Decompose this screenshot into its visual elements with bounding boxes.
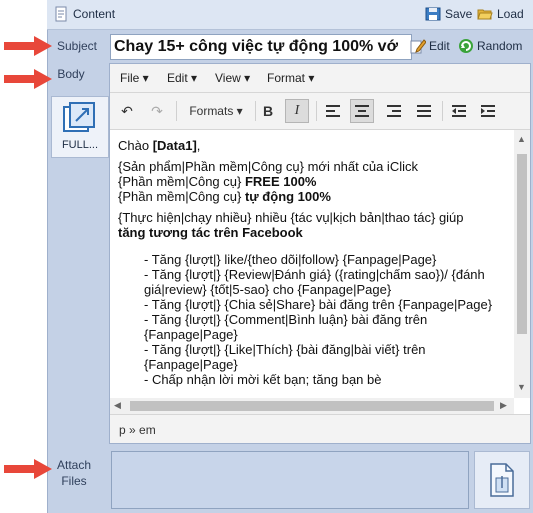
attach-label: Attach Files [56,458,92,488]
arrow-icon [4,459,52,479]
redo-icon: ↷ [151,102,163,119]
editor-toolbar: ↶ ↷ Formats ▾ B I [110,93,530,130]
body-label: Body [57,67,85,81]
indent-icon [481,105,495,117]
list-item: - Tăng {lượt|} like/{theo dõi|follow} {F… [144,252,437,267]
greeting-line: Chào [Data1], [118,138,201,153]
content-line: tăng tương tác trên Facebook [118,225,303,240]
fullscreen-button[interactable]: FULL... [51,96,109,158]
content-line: {Thực hiện|chạy nhiều} nhiều {tác vụ|kịc… [118,210,464,225]
align-right-button[interactable] [382,99,406,123]
edit-button[interactable]: Edit [410,38,450,54]
justify-icon [417,105,431,117]
menu-file[interactable]: File ▾ [120,71,149,85]
indent-button[interactable] [476,99,500,123]
attach-button[interactable] [474,451,530,509]
align-center-button[interactable] [350,99,374,123]
menu-bar: File ▾ Edit ▾ View ▾ Format ▾ [110,64,530,93]
redo-button[interactable]: ↷ [145,99,169,123]
arrow-icon [4,36,52,56]
undo-button[interactable]: ↶ [115,99,139,123]
load-button[interactable]: Load [477,6,524,22]
undo-icon: ↶ [121,102,133,119]
save-button[interactable]: Save [425,6,472,22]
bold-button[interactable]: B [256,99,280,123]
menu-format[interactable]: Format ▾ [267,71,314,85]
outdent-button[interactable] [447,99,471,123]
random-button[interactable]: Random [458,38,522,54]
bold-icon: B [262,103,274,119]
attach-files-area[interactable] [111,451,469,509]
editor-content[interactable]: Chào [Data1], {Sản phẩm|Phần mềm|Công cụ… [110,130,514,398]
scroll-up-icon[interactable]: ▲ [517,134,526,144]
subject-input[interactable]: Chay 15+ công việc tự động 100% vớ [110,34,412,60]
italic-button[interactable]: I [285,99,309,123]
folder-open-icon [477,9,493,20]
fullscreen-icon [63,102,95,132]
top-bar: Content Save Load [47,0,533,30]
justify-button[interactable] [412,99,436,123]
fullscreen-label: FULL... [61,139,99,151]
scrollbar-thumb[interactable] [517,154,527,334]
list-item: - Tăng {lượt|} {Chia sẻ|Share} bài đăng … [144,297,493,312]
arrow-icon [4,69,52,89]
content-line: {Sản phẩm|Phần mềm|Công cụ} mới nhất của… [118,159,418,174]
toolbar-divider [176,101,177,121]
element-path: p » em [119,423,156,437]
document-icon [55,6,67,22]
scrollbar-thumb[interactable] [130,401,494,411]
rich-text-editor: File ▾ Edit ▾ View ▾ Format ▾ ↶ ↷ Format… [109,63,531,444]
content-title: Content [53,6,115,22]
italic-icon: I [294,103,300,118]
save-icon [425,7,441,21]
content-line: {Phần mềm|Công cụ} FREE 100% [118,174,317,189]
align-right-icon [387,105,401,117]
menu-view[interactable]: View ▾ [215,71,250,85]
align-left-icon [326,105,340,117]
align-center-icon [355,105,369,117]
scroll-left-icon[interactable]: ◀ [114,400,121,411]
scroll-down-icon[interactable]: ▼ [517,382,526,392]
subject-label: Subject [56,39,98,53]
scroll-right-icon[interactable]: ▶ [500,400,507,411]
list-item: - Tăng {lượt|} {Like|Thích} {bài đăng|bà… [144,342,426,372]
outdent-icon [452,105,466,117]
toolbar-divider [442,101,443,121]
toolbar-divider [316,101,317,121]
formats-dropdown[interactable]: Formats ▾ [182,99,250,123]
horizontal-scrollbar[interactable]: ◀ ▶ [110,398,514,414]
vertical-scrollbar[interactable]: ▲ ▼ [514,130,530,398]
pencil-icon [410,39,426,54]
align-left-button[interactable] [321,99,345,123]
refresh-icon [459,39,473,53]
list-item: - Tăng {lượt|} {Comment|Bình luận} bài đ… [144,312,428,342]
attachment-icon [490,463,514,497]
list-item: - Chấp nhận lời mời kết bạn; tăng bạn bè [144,372,382,387]
status-bar: p » em [110,414,530,443]
content-line: {Phần mềm|Công cụ} tự động 100% [118,189,331,204]
list-item: - Tăng {lượt|} {Review|Đánh giá} ({ratin… [144,267,485,297]
menu-edit[interactable]: Edit ▾ [167,71,197,85]
